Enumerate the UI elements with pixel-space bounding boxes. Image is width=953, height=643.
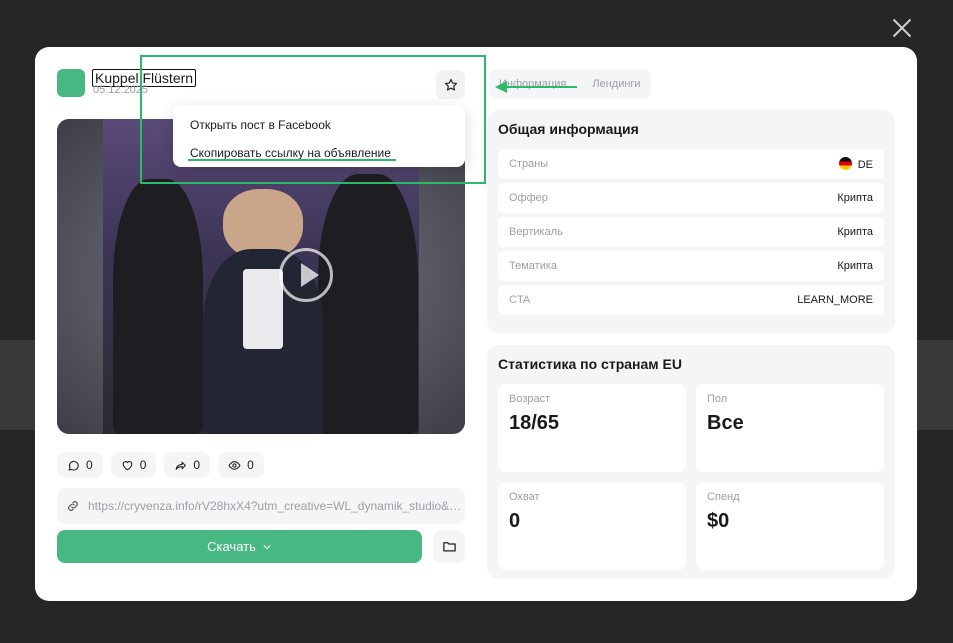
save-to-folder-button[interactable] <box>433 530 465 563</box>
play-icon[interactable] <box>279 248 333 302</box>
stat-card-spend: Спенд $0 <box>696 482 884 570</box>
info-row-theme: Тематика Крипта <box>498 251 884 281</box>
annotation-arrow-head <box>495 81 507 93</box>
close-icon[interactable] <box>890 16 914 40</box>
stat-card-gender: Пол Все <box>696 384 884 472</box>
landing-link-field[interactable]: https://cryvenza.info/rV28hxX4?utm_creat… <box>57 488 465 524</box>
tab-landings[interactable]: Лендинги <box>586 74 646 94</box>
shares-stat: 0 <box>164 452 211 478</box>
background-content <box>0 340 35 430</box>
folder-icon <box>442 542 456 552</box>
stat-card-age: Возраст 18/65 <box>498 384 686 472</box>
figure-left <box>113 179 203 434</box>
info-row-vertical: Вертикаль Крипта <box>498 217 884 247</box>
avatar <box>57 69 85 97</box>
info-row-cta: CTA LEARN_MORE <box>498 285 884 315</box>
share-icon <box>176 461 187 470</box>
figure-shirt <box>243 269 283 349</box>
general-info-panel: Общая информация Страны DE Оффер Крипта … <box>487 110 895 333</box>
annotation-highlight-box <box>140 55 486 184</box>
germany-flag-icon <box>838 157 852 170</box>
comment-icon <box>68 460 79 471</box>
stat-card-reach: Охват 0 <box>498 482 686 570</box>
heart-icon <box>122 460 133 470</box>
likes-stat: 0 <box>110 452 157 478</box>
details-tabs: Информация Лендинги <box>489 69 651 99</box>
info-row-countries: Страны DE <box>498 149 884 179</box>
eu-stats-title: Статистика по странам EU <box>498 356 682 372</box>
eu-stats-grid: Возраст 18/65 Пол Все Охват 0 Спенд $0 <box>498 384 884 570</box>
views-stat: 0 <box>218 452 264 478</box>
download-label: Скачать <box>207 539 256 554</box>
comments-stat: 0 <box>57 452 103 478</box>
engagement-stats: 0 0 0 0 <box>57 452 264 478</box>
chevron-down-icon <box>263 544 271 549</box>
eye-icon <box>228 460 241 470</box>
landing-link[interactable]: https://cryvenza.info/rV28hxX4?utm_creat… <box>88 499 465 513</box>
general-info-title: Общая информация <box>498 121 639 137</box>
link-icon <box>68 501 78 511</box>
annotation-underline <box>188 159 396 161</box>
annotation-arrow <box>505 86 577 88</box>
background-content <box>917 340 953 430</box>
info-row-offer: Оффер Крипта <box>498 183 884 213</box>
eu-stats-panel: Статистика по странам EU Возраст 18/65 П… <box>487 345 895 579</box>
figure-right <box>318 174 418 434</box>
download-button[interactable]: Скачать <box>57 530 422 563</box>
